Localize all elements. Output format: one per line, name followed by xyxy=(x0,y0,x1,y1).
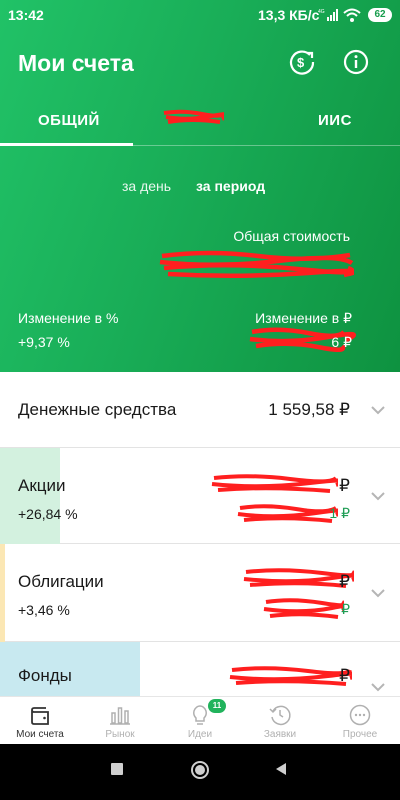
asset-row-bonds[interactable]: Облигации +3,46 % ₽ ₽ xyxy=(0,544,400,642)
asset-change: 1 ₽ xyxy=(329,505,350,521)
nav-label: Мои счета xyxy=(16,729,64,740)
asset-row-shares[interactable]: Акции +26,84 % ₽ 1 ₽ xyxy=(0,448,400,544)
info-icon[interactable] xyxy=(342,48,370,76)
history-clock-icon xyxy=(269,705,291,726)
status-time: 13:42 xyxy=(8,7,44,23)
asset-change-redacted xyxy=(237,504,338,523)
nav-orders[interactable]: Заявки xyxy=(240,697,320,745)
system-nav-bar xyxy=(0,744,400,800)
tab-general[interactable]: ОБЩИЙ xyxy=(38,112,100,129)
status-bar: 13:42 13,3 КБ/с 4G 62 xyxy=(0,0,400,30)
nav-more[interactable]: Прочее xyxy=(320,697,400,745)
allocation-bar xyxy=(0,544,5,642)
period-day-toggle[interactable]: за день xyxy=(122,178,171,194)
asset-amount-redacted xyxy=(211,474,338,493)
nav-my-accounts[interactable]: Мои счета xyxy=(0,697,80,745)
asset-change-redacted xyxy=(263,598,344,619)
asset-amount-redacted xyxy=(243,568,354,588)
svg-text:$: $ xyxy=(297,55,305,70)
bottom-nav: Мои счета Рынок 11 Идеи Заявки Прочее xyxy=(0,696,400,744)
total-value-redacted xyxy=(159,250,354,279)
asset-name: Облигации xyxy=(18,572,104,591)
asset-row-funds[interactable]: Фонды ₽ xyxy=(0,642,400,696)
signal-icon: 4G xyxy=(318,9,338,21)
tab-active-indicator xyxy=(0,143,133,146)
asset-amount-redacted xyxy=(229,666,352,686)
market-chart-icon xyxy=(110,707,130,725)
asset-amount: ₽ xyxy=(339,572,350,591)
back-icon[interactable] xyxy=(274,762,288,776)
chevron-down-icon[interactable] xyxy=(370,588,386,598)
tab-iis[interactable]: ИИС xyxy=(318,112,352,129)
asset-name: Денежные средства xyxy=(18,400,177,419)
account-tabs: ОБЩИЙ ИИС xyxy=(0,100,400,146)
period-all-toggle[interactable]: за период xyxy=(196,178,265,194)
nav-label: Прочее xyxy=(342,729,378,740)
home-icon[interactable] xyxy=(190,760,210,780)
asset-pct: +26,84 % xyxy=(18,506,78,522)
nav-ideas[interactable]: 11 Идеи xyxy=(160,697,240,745)
accounts-header: 13:42 13,3 КБ/с 4G 62 Мои счета $ ОБЩИЙ … xyxy=(0,0,400,372)
wallet-icon xyxy=(31,707,49,725)
status-speed: 13,3 КБ/с xyxy=(258,7,320,23)
tab-redacted[interactable] xyxy=(162,108,224,126)
change-pct-value: +9,37 % xyxy=(18,334,70,350)
allocation-bar xyxy=(0,448,60,544)
recents-icon[interactable] xyxy=(110,762,124,776)
chevron-down-icon[interactable] xyxy=(370,491,386,501)
asset-pct: +3,46 % xyxy=(18,602,70,618)
nav-label: Идеи xyxy=(187,729,213,740)
nav-label: Заявки xyxy=(263,729,297,740)
asset-amount: 1 559,58 ₽ xyxy=(268,400,350,419)
page-title: Мои счета xyxy=(18,50,134,76)
change-rub-value: 6 ₽ xyxy=(331,334,352,350)
ideas-badge: 11 xyxy=(208,699,226,713)
more-dots-icon xyxy=(349,704,371,726)
asset-amount: ₽ xyxy=(339,476,350,495)
wifi-icon xyxy=(343,8,361,22)
chevron-down-icon[interactable] xyxy=(370,405,386,415)
change-pct-label: Изменение в % xyxy=(18,310,119,326)
battery-icon: 62 xyxy=(368,8,392,22)
chevron-down-icon[interactable] xyxy=(370,682,386,692)
asset-amount: ₽ xyxy=(339,666,350,685)
asset-row-cash[interactable]: Денежные средства 1 559,58 ₽ xyxy=(0,372,400,448)
asset-change: ₽ xyxy=(341,601,350,617)
asset-name: Акции xyxy=(18,476,66,495)
total-value-label: Общая стоимость xyxy=(233,228,350,244)
currency-exchange-icon[interactable]: $ xyxy=(288,48,316,76)
nav-market[interactable]: Рынок xyxy=(80,697,160,745)
asset-name: Фонды xyxy=(18,666,72,685)
nav-label: Рынок xyxy=(105,729,135,740)
svg-text:4G: 4G xyxy=(318,9,325,15)
